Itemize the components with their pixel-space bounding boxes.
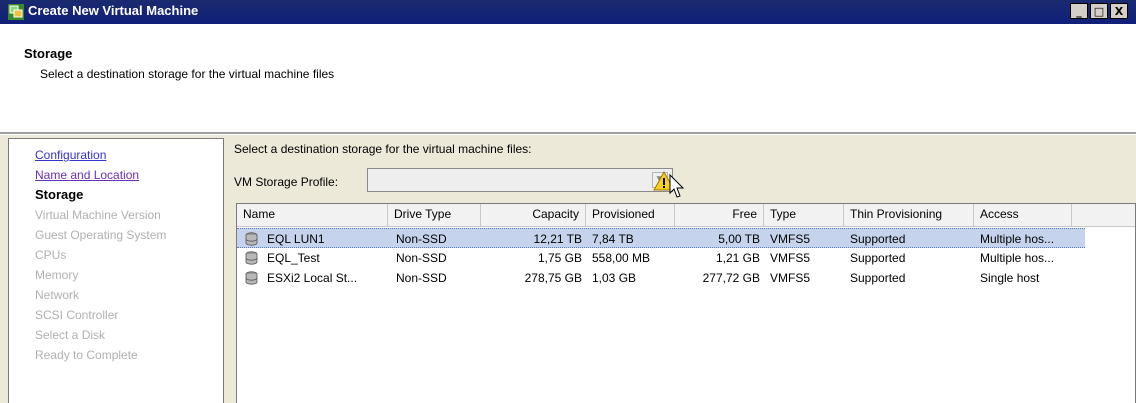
- title-bar: Create New Virtual Machine _ □ X: [0, 0, 1136, 24]
- column-header-thin-provisioning[interactable]: Thin Provisioning: [844, 204, 974, 226]
- column-header-free[interactable]: Free: [675, 204, 764, 226]
- cell-capacity: 1,75 GB: [537, 251, 582, 265]
- column-header-capacity[interactable]: Capacity: [481, 204, 586, 226]
- cell-type: VMFS5: [770, 232, 811, 246]
- storage-prompt: Select a destination storage for the vir…: [234, 142, 532, 156]
- cell-thin-provisioning: Supported: [850, 232, 906, 246]
- table-row[interactable]: EQL_Test Non-SSD 1,75 GB 558,00 MB 1,21 …: [237, 248, 1085, 268]
- storage-profile-label: VM Storage Profile:: [234, 175, 339, 189]
- cell-thin-provisioning: Supported: [850, 271, 906, 285]
- minimize-button[interactable]: _: [1070, 3, 1088, 19]
- cell-type: VMFS5: [770, 271, 811, 285]
- column-header-type[interactable]: Type: [764, 204, 844, 226]
- nav-step-name-and-location[interactable]: Name and Location: [35, 165, 223, 185]
- cell-free: 5,00 TB: [718, 232, 760, 246]
- cell-capacity: 278,75 GB: [524, 271, 582, 285]
- cell-thin-provisioning: Supported: [850, 251, 906, 265]
- table-header: Name Drive Type Capacity Provisioned Fre…: [237, 204, 1135, 227]
- datastore-icon: [245, 271, 258, 285]
- cell-capacity: 12,21 TB: [533, 232, 582, 246]
- cell-access: Single host: [980, 271, 1040, 285]
- storage-profile-select[interactable]: ▼: [367, 168, 673, 192]
- close-button[interactable]: X: [1110, 3, 1128, 19]
- nav-step-memory: Memory: [35, 268, 79, 282]
- nav-step-guest-os: Guest Operating System: [35, 228, 167, 242]
- window-title: Create New Virtual Machine: [28, 3, 199, 18]
- wizard-header: Storage Select a destination storage for…: [0, 24, 1136, 132]
- cell-name: EQL LUN1: [267, 232, 325, 246]
- cell-free: 1,21 GB: [715, 251, 760, 265]
- datastore-icon: [245, 232, 258, 246]
- nav-step-select-disk: Select a Disk: [35, 328, 106, 342]
- column-header-provisioned[interactable]: Provisioned: [586, 204, 675, 226]
- cell-access: Multiple hos...: [980, 251, 1055, 265]
- column-header-name[interactable]: Name: [237, 204, 388, 226]
- nav-step-ready-to-complete: Ready to Complete: [35, 348, 138, 362]
- column-header-drive-type[interactable]: Drive Type: [388, 204, 481, 226]
- wizard-steps-nav: Configuration Name and Location Storage …: [8, 138, 224, 403]
- cell-provisioned: 7,84 TB: [592, 232, 634, 246]
- nav-step-cpus: CPUs: [35, 248, 67, 262]
- page-subtitle: Select a destination storage for the vir…: [40, 67, 335, 81]
- cell-type: VMFS5: [770, 251, 811, 265]
- cell-drive-type: Non-SSD: [396, 251, 447, 265]
- vm-app-icon: [8, 4, 24, 20]
- page-title: Storage: [24, 46, 73, 61]
- nav-step-storage: Storage: [35, 187, 84, 202]
- cell-access: Multiple hos...: [980, 232, 1055, 246]
- table-row[interactable]: EQL LUN1 Non-SSD 12,21 TB 7,84 TB 5,00 T…: [237, 228, 1085, 248]
- datastore-table: Name Drive Type Capacity Provisioned Fre…: [236, 203, 1136, 403]
- cell-name: EQL_Test: [267, 251, 320, 265]
- nav-step-configuration[interactable]: Configuration: [35, 145, 223, 165]
- cell-drive-type: Non-SSD: [396, 271, 447, 285]
- cell-name: ESXi2 Local St...: [267, 271, 358, 285]
- storage-panel: Select a destination storage for the vir…: [224, 135, 1136, 403]
- mouse-pointer-icon: [669, 173, 685, 198]
- datastore-icon: [245, 251, 258, 265]
- cell-provisioned: 558,00 MB: [592, 251, 651, 265]
- table-row[interactable]: ESXi2 Local St... Non-SSD 278,75 GB 1,03…: [237, 268, 1085, 288]
- cell-provisioned: 1,03 GB: [592, 271, 637, 285]
- nav-step-scsi-controller: SCSI Controller: [35, 308, 119, 322]
- window-controls: _ □ X: [1068, 3, 1128, 19]
- cell-drive-type: Non-SSD: [396, 232, 447, 246]
- cell-free: 277,72 GB: [702, 271, 760, 285]
- nav-step-network: Network: [35, 288, 80, 302]
- maximize-button[interactable]: □: [1090, 3, 1108, 19]
- nav-step-vm-version: Virtual Machine Version: [35, 208, 161, 222]
- column-header-access[interactable]: Access: [974, 204, 1072, 226]
